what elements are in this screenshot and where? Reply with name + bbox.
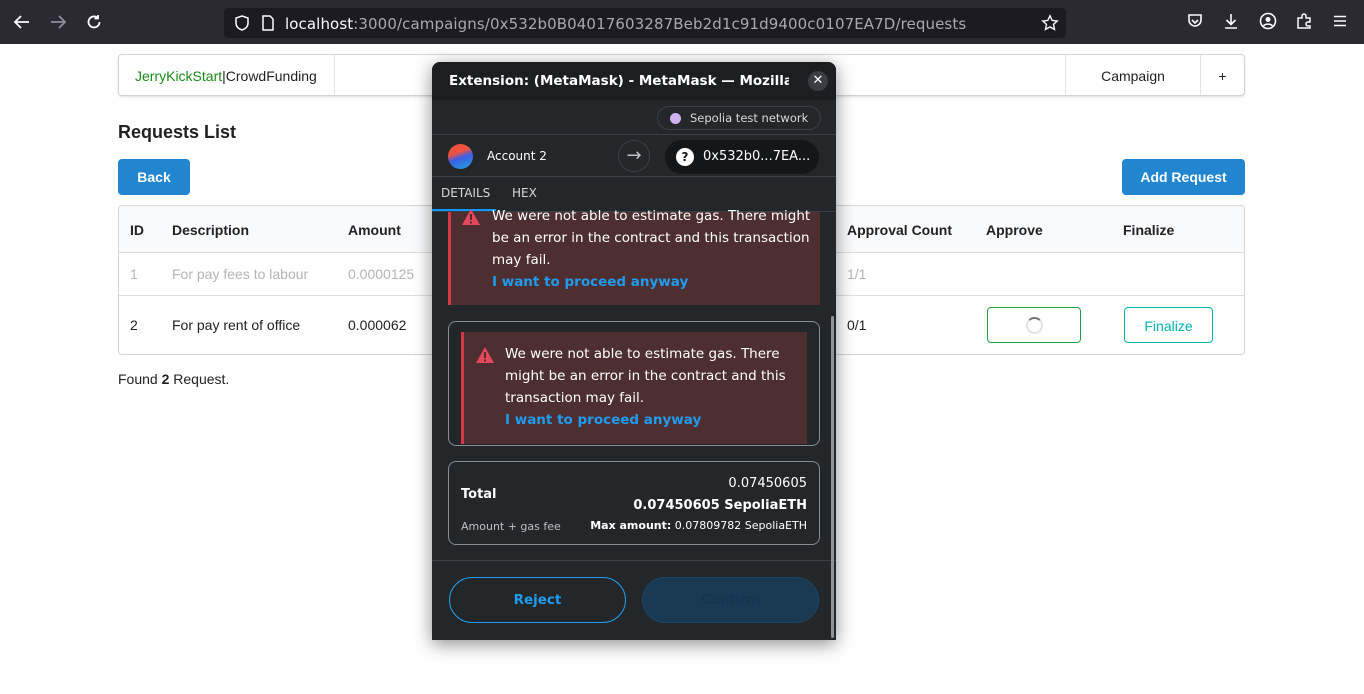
header-finalize: Finalize — [1123, 222, 1175, 238]
row-amount: 0.0000125 — [348, 266, 415, 282]
network-badge[interactable]: Sepolia test network — [657, 106, 821, 130]
row-id: 1 — [130, 266, 138, 282]
browser-toolbar: localhost:3000/campaigns/0x532b0B0401760… — [0, 0, 1364, 44]
reject-button[interactable]: Reject — [449, 577, 626, 623]
proceed-anyway-link[interactable]: I want to proceed anyway — [492, 274, 688, 290]
network-dot-icon — [670, 113, 681, 124]
total-card: Total Amount + gas fee 0.07450605 0.0745… — [448, 461, 820, 545]
row-approval-count: 1/1 — [847, 266, 867, 282]
gas-warning-text: We were not able to estimate gas. There … — [505, 346, 786, 406]
url-text[interactable]: localhost:3000/campaigns/0x532b0B0401760… — [285, 15, 966, 33]
warning-triangle-icon — [475, 346, 495, 364]
divider — [432, 134, 836, 135]
account-avatar — [448, 144, 473, 169]
account-icon[interactable] — [1259, 12, 1279, 32]
back-button[interactable]: Back — [118, 159, 190, 195]
metamask-popup: Extension: (MetaMask) - MetaMask — Mozil… — [432, 62, 836, 640]
bookmark-star-icon[interactable] — [1041, 14, 1059, 32]
pocket-icon[interactable] — [1186, 12, 1206, 32]
warning-triangle-icon — [461, 208, 481, 226]
back-arrow-icon[interactable] — [10, 10, 34, 34]
popup-titlebar: Extension: (MetaMask) - MetaMask — Mozil… — [432, 62, 836, 100]
recipient-address: 0x532b0...7EA... — [703, 149, 811, 164]
forward-arrow-icon[interactable] — [46, 10, 70, 34]
nav-campaign-link[interactable]: Campaign — [1065, 55, 1200, 95]
found-count-text: Found 2 Request. — [118, 371, 230, 387]
tab-hex[interactable]: HEX — [512, 186, 537, 200]
max-amount: Max amount: 0.07809782 SepoliaETH — [590, 519, 807, 532]
menu-hamburger-icon[interactable] — [1331, 12, 1351, 32]
gas-warning: We were not able to estimate gas. There … — [461, 332, 807, 444]
close-icon[interactable]: ✕ — [808, 71, 828, 91]
page-title: Requests List — [118, 122, 237, 142]
extensions-icon[interactable] — [1295, 12, 1315, 32]
total-value: 0.07450605 — [728, 476, 807, 491]
account-name[interactable]: Account 2 — [487, 149, 547, 163]
popup-title: Extension: (MetaMask) - MetaMask — Mozil… — [449, 73, 789, 89]
total-label: Total — [461, 487, 497, 502]
approve-button[interactable] — [987, 307, 1081, 343]
divider — [432, 560, 836, 561]
url-bar[interactable]: localhost:3000/campaigns/0x532b0B0401760… — [224, 8, 1066, 38]
header-amount: Amount — [348, 222, 401, 238]
total-sublabel: Amount + gas fee — [461, 520, 561, 533]
gas-warning-card: We were not able to estimate gas. There … — [448, 321, 820, 446]
arrow-right-icon: → — [618, 140, 650, 172]
nav-plus-button[interactable]: + — [1200, 55, 1244, 95]
confirm-button[interactable]: Confirm — [642, 577, 819, 623]
loading-spinner-icon — [1026, 317, 1043, 334]
row-amount: 0.000062 — [348, 317, 407, 333]
brand-link[interactable]: JerryKickStart|CrowdFunding — [119, 55, 335, 95]
question-icon: ? — [676, 148, 694, 166]
scrollbar[interactable] — [831, 316, 834, 638]
header-approval-count: Approval Count — [847, 222, 952, 238]
total-value-eth: 0.07450605 SepoliaETH — [633, 498, 807, 513]
row-description: For pay rent of office — [172, 317, 301, 333]
gas-warning-top: We were not able to estimate gas. There … — [448, 208, 820, 305]
finalize-button[interactable]: Finalize — [1124, 307, 1213, 343]
divider — [432, 176, 836, 177]
reload-icon[interactable] — [82, 10, 106, 34]
row-id: 2 — [130, 317, 138, 333]
recipient-pill[interactable]: ? 0x532b0...7EA... — [665, 140, 819, 174]
tab-details[interactable]: DETAILS — [441, 186, 490, 200]
header-description: Description — [172, 222, 250, 238]
row-approval-count: 0/1 — [847, 317, 867, 333]
gas-warning-text: We were not able to estimate gas. There … — [492, 208, 811, 268]
header-id: ID — [130, 222, 144, 238]
shield-icon[interactable] — [233, 14, 251, 32]
page-icon[interactable] — [259, 14, 277, 32]
add-request-button[interactable]: Add Request — [1122, 159, 1245, 195]
proceed-anyway-link[interactable]: I want to proceed anyway — [505, 412, 701, 428]
header-approve: Approve — [986, 222, 1043, 238]
download-icon[interactable] — [1222, 12, 1242, 32]
row-description: For pay fees to labour — [172, 266, 309, 282]
